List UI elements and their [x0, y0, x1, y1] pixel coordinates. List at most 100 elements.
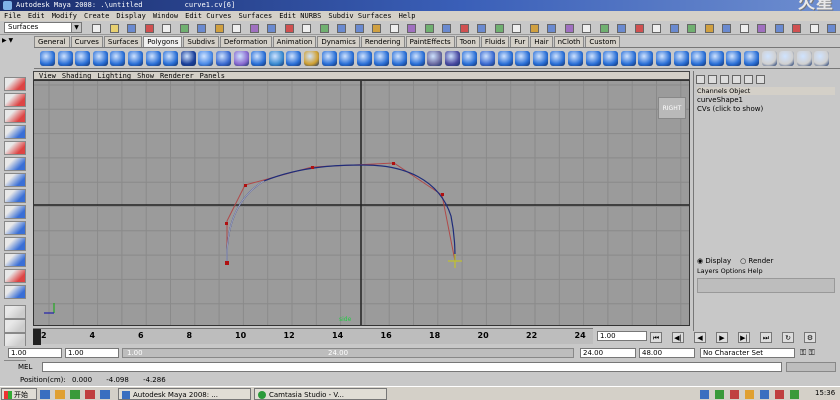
tool-icon[interactable]: [4, 333, 26, 347]
status-tool-icon[interactable]: [617, 24, 626, 33]
shelf-tool-icon[interactable]: [392, 51, 407, 66]
shelf-tool-icon[interactable]: [180, 51, 196, 66]
shelf-tool-icon[interactable]: [163, 51, 179, 66]
channel-box-toggle-icon[interactable]: [756, 75, 765, 84]
current-frame-field[interactable]: 1.00: [597, 331, 647, 341]
tool-icon[interactable]: [4, 189, 26, 203]
menu-surfaces[interactable]: Surfaces: [238, 12, 272, 20]
tab-surfaces[interactable]: Surfaces: [103, 36, 143, 47]
shelf-tool-icon[interactable]: [339, 51, 355, 66]
start-button[interactable]: 开始: [1, 388, 37, 400]
shelf-tool-icon[interactable]: [550, 51, 566, 66]
tool-icon[interactable]: [4, 93, 26, 107]
status-tool-icon[interactable]: [739, 24, 749, 33]
tab-polygons[interactable]: Polygons: [143, 36, 183, 47]
panel-menu-lighting[interactable]: Lighting: [97, 72, 131, 80]
panel-menu-show[interactable]: Show: [137, 72, 154, 80]
status-tool-icon[interactable]: [687, 24, 696, 33]
tool-icon[interactable]: [4, 157, 26, 171]
status-tool-icon[interactable]: [529, 24, 539, 33]
help-menu[interactable]: Help: [748, 267, 763, 275]
shelf-tool-icon[interactable]: [92, 51, 108, 66]
status-tool-icon[interactable]: [92, 24, 101, 33]
tool-icon[interactable]: [4, 205, 26, 219]
shelf-tool-icon[interactable]: [691, 51, 707, 66]
tool-icon[interactable]: [4, 125, 26, 139]
menu-display[interactable]: Display: [116, 12, 146, 20]
status-tool-icon[interactable]: [669, 24, 679, 33]
status-tool-icon[interactable]: [372, 24, 381, 33]
shelf-menu-icon[interactable]: ▶ ▼: [2, 37, 30, 46]
channel-box-toggle-icon[interactable]: [696, 75, 705, 84]
tab-general[interactable]: General: [34, 36, 70, 47]
key-icons[interactable]: ⚿ ⚿: [800, 348, 835, 358]
playback-control-icon[interactable]: ▶|: [738, 332, 750, 343]
menu-set-selector[interactable]: Surfaces ▼: [4, 22, 82, 33]
menu-file[interactable]: File: [4, 12, 21, 20]
tray-icon[interactable]: [700, 390, 709, 399]
shelf-tool-icon[interactable]: [480, 51, 495, 66]
shelf-tool-icon[interactable]: [673, 51, 689, 66]
shelf-tool-icon[interactable]: [128, 51, 143, 66]
viewport-canvas[interactable]: [34, 81, 690, 326]
tab-toon[interactable]: Toon: [455, 36, 480, 47]
status-tool-icon[interactable]: [774, 24, 784, 33]
tool-icon[interactable]: [4, 305, 26, 319]
tray-icon[interactable]: [775, 390, 784, 399]
quick-launch-icon[interactable]: [100, 390, 110, 399]
shelf-tool-icon[interactable]: [515, 51, 531, 66]
tray-icon[interactable]: [790, 390, 799, 399]
end-time-field[interactable]: 48.00: [639, 348, 695, 358]
playback-control-icon[interactable]: ⏭: [760, 332, 772, 343]
status-tool-icon[interactable]: [109, 24, 119, 33]
mel-input[interactable]: [42, 362, 782, 372]
layer-list[interactable]: [697, 278, 835, 293]
shelf-tool-icon[interactable]: [462, 51, 478, 66]
shelf-tool-icon[interactable]: [409, 51, 425, 66]
tool-icon[interactable]: [4, 237, 26, 251]
task-camtasia[interactable]: Camtasia Studio - V...: [254, 388, 387, 400]
channel-box-toggle-icon[interactable]: [720, 75, 729, 84]
shelf-tool-icon[interactable]: [251, 51, 267, 66]
status-tool-icon[interactable]: [267, 24, 276, 33]
status-tool-icon[interactable]: [459, 24, 469, 33]
shelf-tool-icon[interactable]: [286, 51, 302, 66]
tray-icon[interactable]: [730, 390, 739, 399]
menu-subdiv-surfaces[interactable]: Subdiv Surfaces: [328, 12, 391, 20]
playback-control-icon[interactable]: ◀: [694, 332, 706, 343]
shelf-tool-icon[interactable]: [638, 51, 654, 66]
render-radio[interactable]: ○ Render: [740, 257, 773, 265]
status-tool-icon[interactable]: [197, 24, 206, 33]
shelf-tool-icon[interactable]: [57, 51, 73, 66]
status-tool-icon[interactable]: [319, 24, 329, 33]
status-tool-icon[interactable]: [792, 24, 801, 33]
tab-channels[interactable]: Channels: [697, 87, 727, 95]
current-time-marker[interactable]: [33, 329, 41, 345]
status-tool-icon[interactable]: [652, 24, 661, 33]
menu-modify[interactable]: Modify: [52, 12, 77, 20]
status-tool-icon[interactable]: [337, 24, 346, 33]
tab-animation[interactable]: Animation: [272, 36, 317, 47]
quick-launch-icon[interactable]: [70, 390, 80, 399]
shelf-tool-icon[interactable]: [532, 51, 548, 66]
shelf-tool-icon[interactable]: [620, 51, 636, 66]
playback-control-icon[interactable]: ▶: [716, 332, 728, 343]
playback-control-icon[interactable]: ⚙: [804, 332, 816, 343]
tool-icon[interactable]: [4, 269, 26, 283]
task-maya[interactable]: Autodesk Maya 2008: ...: [118, 388, 251, 400]
tab-curves[interactable]: Curves: [70, 36, 103, 47]
status-tool-icon[interactable]: [582, 24, 591, 33]
status-tool-icon[interactable]: [302, 24, 311, 33]
tool-icon[interactable]: [4, 77, 26, 91]
channel-box-toggle-icon[interactable]: [708, 75, 717, 84]
cvs-toggle[interactable]: CVs (click to show): [697, 105, 835, 114]
shelf-tool-icon[interactable]: [75, 51, 91, 66]
shelf-tool-icon[interactable]: [304, 51, 319, 66]
shelf-tool-icon[interactable]: [497, 51, 513, 66]
tab-dynamics[interactable]: Dynamics: [317, 36, 360, 47]
status-tool-icon[interactable]: [162, 24, 171, 33]
tab-rendering[interactable]: Rendering: [360, 36, 405, 47]
shelf-tool-icon[interactable]: [656, 51, 671, 66]
tool-icon[interactable]: [4, 141, 26, 155]
status-tool-icon[interactable]: [407, 24, 416, 33]
